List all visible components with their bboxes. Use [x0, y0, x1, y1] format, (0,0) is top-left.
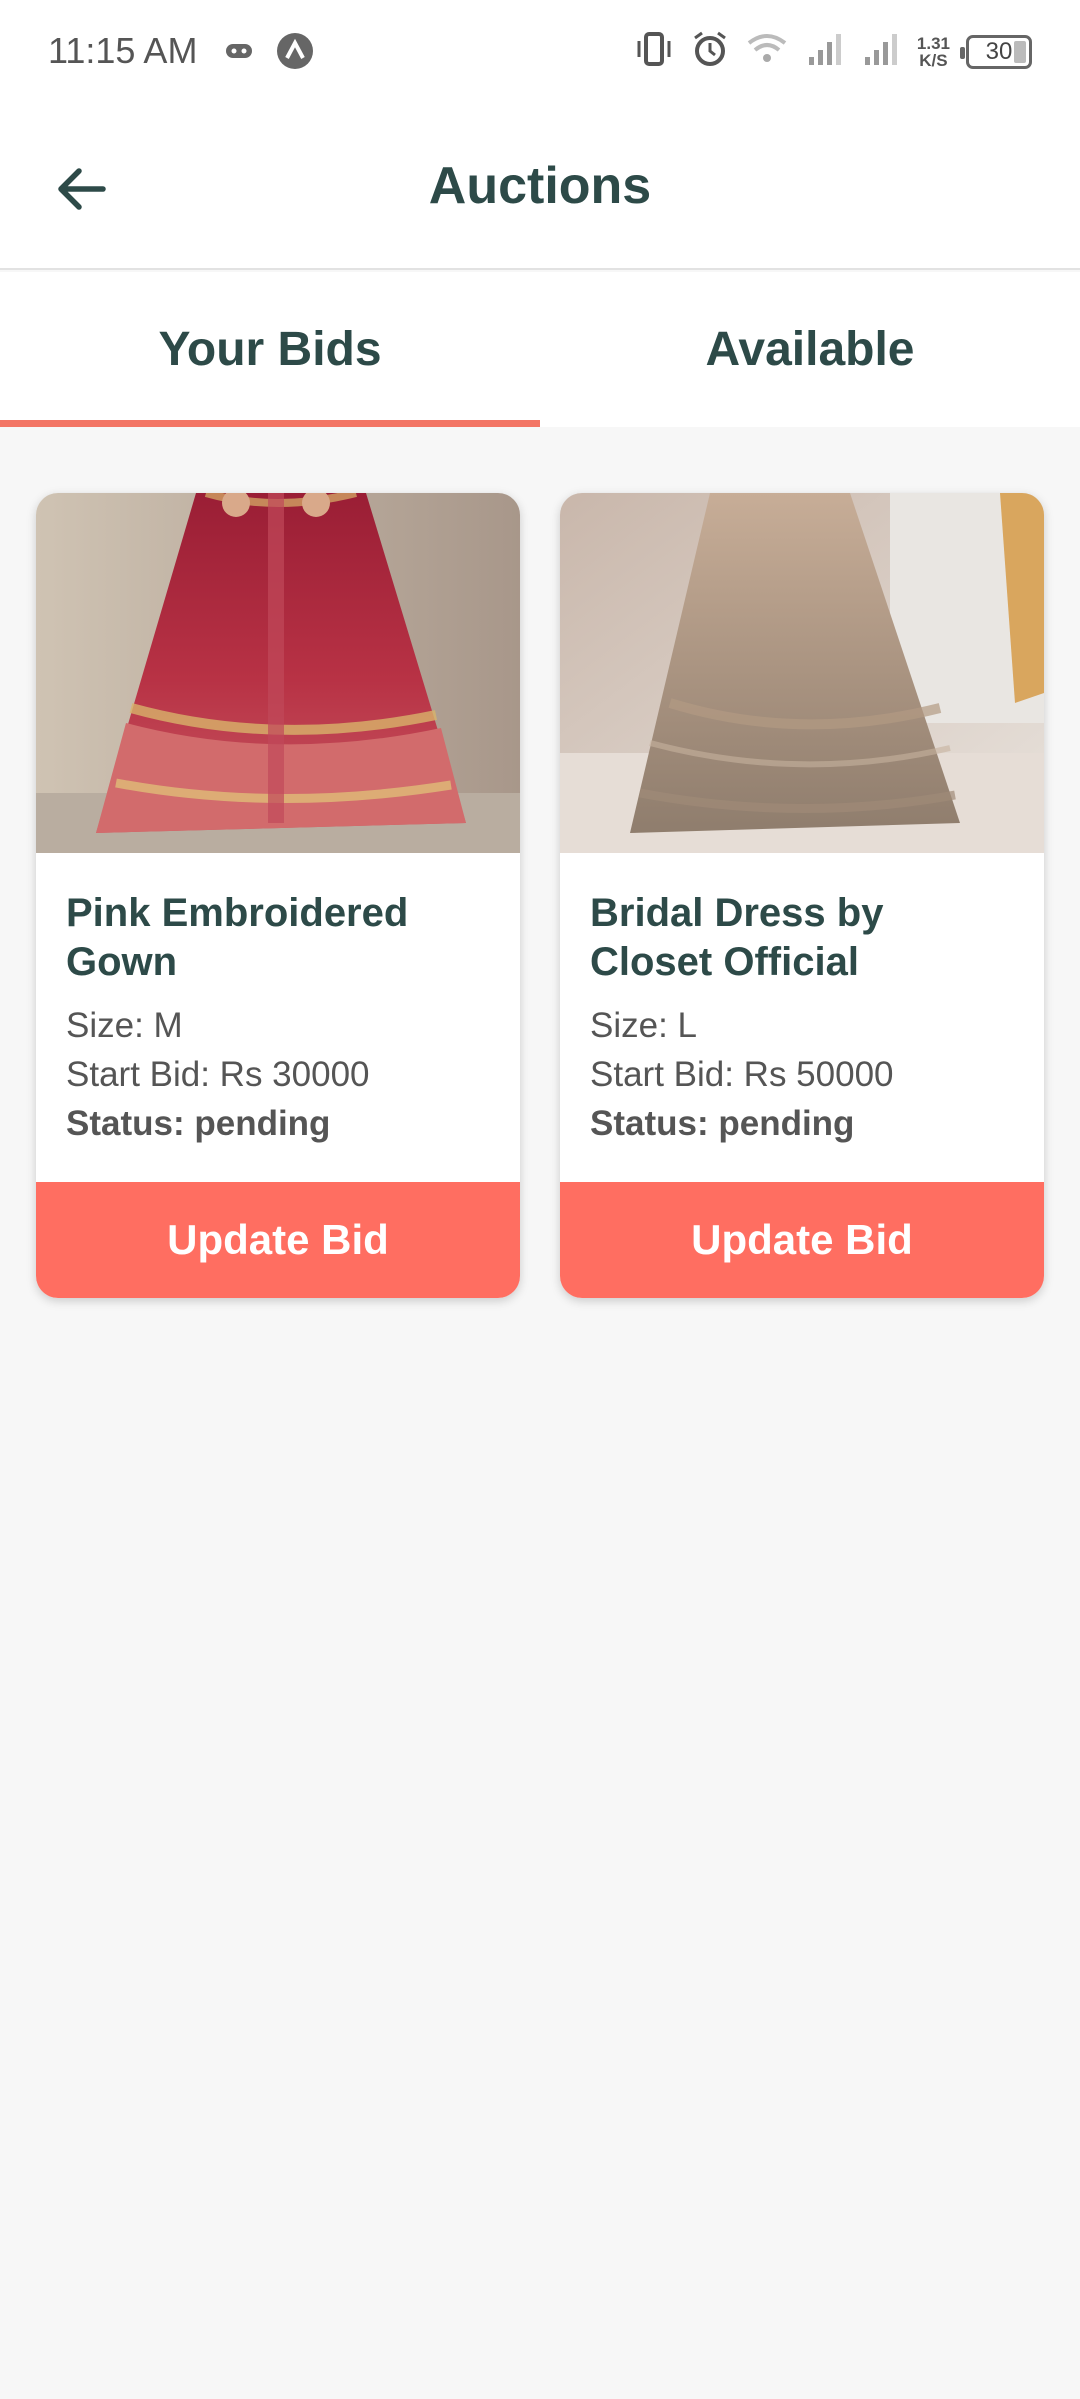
product-title: Pink Embroidered Gown — [66, 891, 409, 984]
bid-card[interactable]: Pink Embroidered Gown Size: M Start Bid:… — [36, 493, 520, 1298]
vibrate-icon — [633, 31, 675, 72]
bid-status: Status: pending — [66, 1104, 331, 1143]
signal-icon-2 — [861, 31, 901, 72]
product-image — [560, 493, 1044, 853]
status-system-icons: 1.31 K/S 30 — [633, 30, 1032, 73]
product-image — [36, 493, 520, 853]
product-start-bid: Start Bid: Rs 30000 — [66, 1055, 370, 1094]
battery-level: 30 — [985, 37, 1013, 65]
tab-available[interactable]: Available — [540, 272, 1080, 427]
bids-grid: Pink Embroidered Gown Size: M Start Bid:… — [36, 493, 1044, 1298]
auctions-screen: 11:15 AM 1.31 K/S 30 Auctions Your Bids … — [0, 0, 1080, 2399]
network-speed-unit: K/S — [919, 50, 948, 70]
update-bid-button[interactable]: Update Bid — [36, 1182, 520, 1298]
signal-icon — [805, 31, 845, 72]
card-details: Pink Embroidered Gown Size: M Start Bid:… — [36, 853, 520, 1183]
tab-your-bids[interactable]: Your Bids — [0, 272, 540, 427]
product-start-bid: Start Bid: Rs 50000 — [590, 1055, 894, 1094]
app-notification-icon — [276, 32, 314, 75]
status-bar: 11:15 AM 1.31 K/S 30 — [0, 0, 1080, 108]
product-title: Bridal Dress by Closet Official — [590, 891, 884, 984]
page-title: Auctions — [428, 157, 652, 215]
app-bar: Auctions — [0, 108, 1080, 270]
alarm-icon — [691, 30, 729, 73]
product-size: Size: M — [66, 1006, 183, 1045]
card-details: Bridal Dress by Closet Official Size: L … — [560, 853, 1044, 1183]
bid-card[interactable]: Bridal Dress by Closet Official Size: L … — [560, 493, 1044, 1298]
product-size: Size: L — [590, 1006, 697, 1045]
network-speed-value: 1.31 — [916, 33, 950, 53]
update-bid-button[interactable]: Update Bid — [560, 1182, 1044, 1298]
wifi-icon — [745, 31, 789, 72]
gamepad-icon — [224, 39, 254, 68]
tab-bar: Your Bids Available — [0, 272, 1080, 427]
network-speed: 1.31 K/S — [917, 35, 950, 69]
bid-status: Status: pending — [590, 1104, 855, 1143]
status-time: 11:15 AM — [48, 30, 198, 71]
battery-icon: 30 — [960, 34, 1032, 69]
status-notification-icons — [224, 32, 314, 75]
